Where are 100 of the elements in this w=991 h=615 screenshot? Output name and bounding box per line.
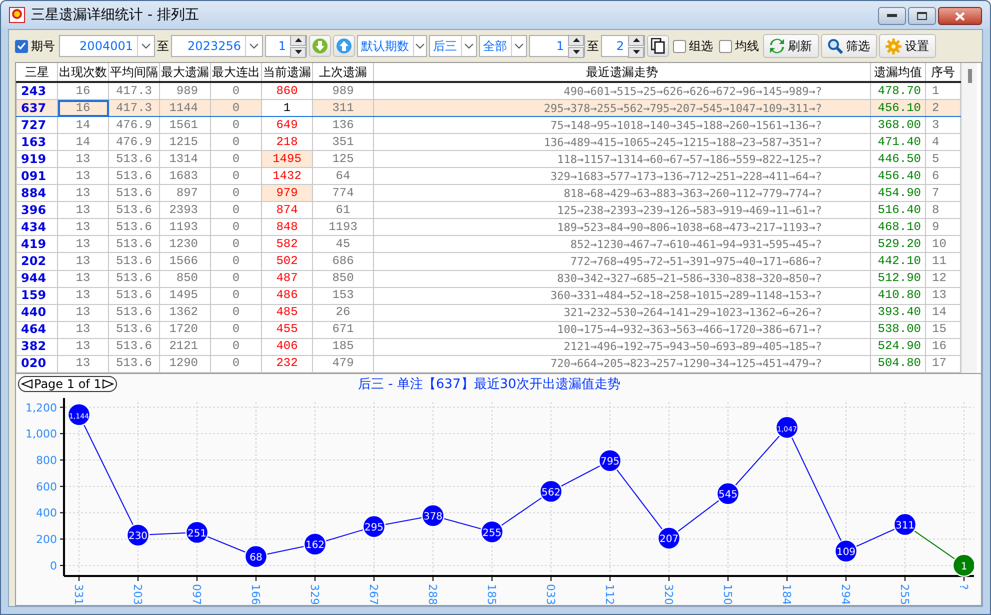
dropdown-arrow-icon[interactable] xyxy=(511,36,526,56)
table-cell: 513.6 xyxy=(108,321,160,338)
table-cell: 2 xyxy=(926,100,960,117)
table-cell: 13 xyxy=(58,236,108,253)
table-cell: 884 xyxy=(16,184,58,202)
previous-page-icon[interactable] xyxy=(21,379,33,389)
column-header[interactable]: 三星 xyxy=(16,63,58,82)
column-header[interactable]: 当前遗漏 xyxy=(262,63,312,82)
table-row[interactable]: 727 14 476.9 1561 0 649 136 75→148→95→1018→140→345→188→260→1561→136→? 368.00 3 xyxy=(16,116,960,134)
column-header[interactable]: 最大连出 xyxy=(210,63,262,82)
spin-arrows-icon[interactable] xyxy=(290,34,306,58)
table-cell: 0 xyxy=(210,287,262,304)
table-cell: 136 xyxy=(312,116,374,134)
x-tick-label: 255 xyxy=(898,584,911,604)
minimize-button[interactable] xyxy=(878,7,906,25)
table-row[interactable]: 202 13 513.6 1566 0 502 686 772→768→495→72→51→391→975→40→171→686→? 442.10 11 xyxy=(16,252,960,270)
copy-button[interactable] xyxy=(647,35,669,57)
table-row[interactable]: 419 13 513.6 1230 0 582 45 852→1230→467→7→610→461→94→931→595→45→? 529.20 10 xyxy=(16,236,960,253)
table-cell: 311 xyxy=(312,100,374,117)
table-row[interactable]: 434 13 513.6 1193 0 848 1193 189→523→84→90→806→1038→68→473→217→1193→? 468.10 9 xyxy=(16,218,960,236)
filter-dropdown[interactable]: 全部 xyxy=(479,35,527,57)
checkbox[interactable] xyxy=(673,40,686,52)
table-cell: 13 xyxy=(58,168,108,185)
table-cell: 1314 xyxy=(160,150,210,168)
next-page-icon[interactable] xyxy=(102,379,114,389)
checkbox-label: 均线 xyxy=(735,38,759,54)
step-field[interactable]: 1 xyxy=(265,35,307,57)
table-row[interactable]: 396 13 513.6 2393 0 874 61 125→238→2393→239→126→583→919→469→11→61→? 516.40 8 xyxy=(16,202,960,219)
table-row[interactable]: 637 16 417.3 1144 0 1 311 295→378→255→562→795→207→545→1047→109→311→? 456.10 2 xyxy=(16,100,960,117)
table-cell: 720→664→205→823→257→1290→34→125→451→479→? xyxy=(374,355,870,372)
up-arrow-button[interactable] xyxy=(333,35,355,57)
table-cell: 772→768→495→72→51→391→975→40→171→686→? xyxy=(374,252,870,270)
checkbox[interactable] xyxy=(719,40,732,52)
table-row[interactable]: 944 13 513.6 850 0 487 850 830→342→327→685→21→586→330→838→320→850→? 512.90 12 xyxy=(16,270,960,288)
table-cell: 75→148→95→1018→140→345→188→260→1561→136→? xyxy=(374,116,870,134)
start-period-field[interactable]: 2004001 xyxy=(59,35,155,57)
pager[interactable]: Page 1 of 1 xyxy=(18,376,118,392)
toolbar-button[interactable]: 刷新 xyxy=(763,34,819,58)
range-end-field[interactable]: 2 xyxy=(601,35,645,57)
y-tick-label: 800 xyxy=(36,454,57,467)
table-row[interactable]: 163 14 476.9 1215 0 218 351 136→489→415→1065→245→1215→188→23→587→351→? 471.40 4 xyxy=(16,134,960,151)
range-start-field[interactable]: 1 xyxy=(529,35,585,57)
table-cell: 774 xyxy=(312,184,374,202)
table-row[interactable]: 919 13 513.6 1314 0 1495 125 118→1157→1314→60→67→57→186→559→822→125→? 446.50 5 xyxy=(16,150,960,168)
table-cell: 479 xyxy=(312,355,374,372)
table-cell: 393.40 xyxy=(870,304,926,322)
table-row[interactable]: 440 13 513.6 1362 0 485 26 321→232→530→264→141→29→1023→1362→6→26→? 393.40 14 xyxy=(16,304,960,322)
column-header[interactable]: 出现次数 xyxy=(58,63,108,82)
table-cell: 118→1157→1314→60→67→57→186→559→822→125→? xyxy=(374,150,870,168)
table-cell: 524.90 xyxy=(870,338,926,356)
table-row[interactable]: 020 13 513.6 1290 0 232 479 720→664→205→823→257→1290→34→125→451→479→? 504.80 17 xyxy=(16,355,960,372)
table-row[interactable]: 382 13 513.6 2121 0 406 185 2121→496→192→75→943→50→693→89→405→185→? 524.90 16 xyxy=(16,338,960,356)
table-cell: 513.6 xyxy=(108,202,160,219)
table-cell: 1495 xyxy=(160,287,210,304)
table-cell: 513.6 xyxy=(108,287,160,304)
window-title: 三星遗漏详细统计 - 排列五 xyxy=(31,6,200,24)
table-cell: 850 xyxy=(160,270,210,288)
x-tick-label: 097 xyxy=(190,584,203,604)
checkbox[interactable] xyxy=(15,40,28,52)
table-cell: 368.00 xyxy=(870,116,926,134)
dropdown-arrow-icon[interactable] xyxy=(461,36,476,56)
table-cell: 502 xyxy=(262,252,312,270)
toolbar-button[interactable]: 设置 xyxy=(879,34,936,58)
column-header[interactable]: 平均间隔 xyxy=(108,63,160,82)
table-row[interactable]: 091 13 513.6 1683 0 1432 64 329→1683→577→173→136→712→251→228→411→64→? 456.40 6 xyxy=(16,168,960,185)
x-tick-label: 203 xyxy=(131,584,144,604)
spin-arrows-icon[interactable] xyxy=(568,34,584,58)
x-tick-label: 112 xyxy=(603,584,616,604)
period-mode-dropdown[interactable]: 默认期数 xyxy=(357,35,427,57)
close-icon xyxy=(955,12,965,20)
to-label: 至 xyxy=(587,38,599,54)
scrollbar[interactable] xyxy=(961,63,977,373)
table-cell: 13 xyxy=(58,252,108,270)
table-cell: 13 xyxy=(58,184,108,202)
table-row[interactable]: 464 13 513.6 1720 0 455 671 100→175→4→932→363→563→466→1720→386→671→? 538.00 15 xyxy=(16,321,960,338)
table-cell: 1144 xyxy=(160,100,210,117)
y-tick-label: 1,200 xyxy=(26,401,57,414)
end-period-field[interactable]: 2023256 xyxy=(171,35,263,57)
table-row[interactable]: 884 13 513.6 897 0 979 774 818→68→429→63→883→363→260→112→779→774→? 454.90 7 xyxy=(16,184,960,202)
toolbar-button[interactable]: 筛选 xyxy=(821,34,877,58)
table-cell: 446.50 xyxy=(870,150,926,168)
checkbox-label: 期号 xyxy=(31,38,55,54)
column-header[interactable]: 上次遗漏 xyxy=(312,63,374,82)
column-header[interactable]: 最近遗漏走势 xyxy=(374,63,870,82)
magnifier-icon xyxy=(827,38,843,54)
table-cell: 1683 xyxy=(160,168,210,185)
dropdown-arrow-icon[interactable] xyxy=(413,36,426,56)
minimize-icon xyxy=(887,14,897,18)
column-header[interactable]: 遗漏均值 xyxy=(870,63,926,82)
table-cell: 513.6 xyxy=(108,150,160,168)
table-cell: 1 xyxy=(262,100,312,117)
spin-arrows-icon[interactable] xyxy=(628,34,644,58)
close-button[interactable] xyxy=(938,7,982,25)
maximize-button[interactable] xyxy=(908,7,936,25)
position-dropdown[interactable]: 后三 xyxy=(429,35,477,57)
table-cell: 1193 xyxy=(312,218,374,236)
column-header[interactable]: 最大遗漏 xyxy=(160,63,210,82)
table-cell: 0 xyxy=(210,134,262,151)
table-row[interactable]: 159 13 513.6 1495 0 486 153 360→331→484→52→18→258→1015→289→1148→153→? 410.80 13 xyxy=(16,287,960,304)
table-cell: 513.6 xyxy=(108,338,160,356)
